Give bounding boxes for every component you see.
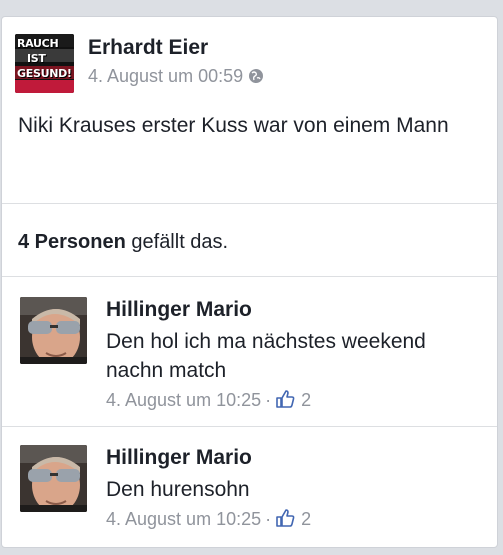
thumbs-up-icon[interactable]	[275, 389, 295, 415]
divider	[2, 426, 497, 427]
meta-separator: ·	[265, 390, 272, 410]
comment-item: Hillinger Mario Den hurensohn 4. August …	[2, 445, 497, 545]
globe-icon	[248, 68, 264, 89]
commenter-avatar[interactable]	[20, 445, 87, 512]
comment-body: Hillinger Mario Den hol ich ma nächstes …	[106, 297, 486, 415]
page-logo-text: RAUCH IST GESUND!	[17, 37, 72, 80]
post-meta: 4. August um 00:59	[88, 66, 264, 89]
post-timestamp[interactable]: 4. August um 00:59	[88, 66, 243, 86]
comment-author[interactable]: Hillinger Mario	[106, 445, 486, 471]
thumbs-up-icon[interactable]	[275, 508, 295, 534]
comment-body: Hillinger Mario Den hurensohn 4. August …	[106, 445, 486, 534]
comment-text: Den hurensohn	[106, 478, 250, 501]
page-avatar[interactable]: RAUCH IST GESUND!	[15, 34, 74, 93]
comment-timestamp[interactable]: 4. August um 10:25	[106, 509, 261, 529]
post-card: RAUCH IST GESUND! Erhardt Eier 4. August…	[1, 16, 498, 548]
commenter-avatar[interactable]	[20, 297, 87, 364]
comment-like-count[interactable]: 2	[301, 390, 311, 410]
post-text: Niki Krauses erster Kuss war von einem M…	[18, 114, 449, 137]
likes-count[interactable]: 4 Personen	[18, 231, 126, 253]
likes-summary[interactable]: 4 Personen gefällt das.	[18, 231, 228, 254]
divider	[2, 276, 497, 277]
comment-meta: 4. August um 10:25 · 2	[106, 388, 486, 415]
comment-text: Den hol ich ma nächstes weekend nachn ma…	[106, 330, 426, 382]
comment-meta: 4. August um 10:25 · 2	[106, 507, 486, 534]
likes-suffix: gefällt das.	[125, 231, 229, 253]
comment-author[interactable]: Hillinger Mario	[106, 297, 486, 323]
post-header: RAUCH IST GESUND! Erhardt Eier 4. August…	[15, 34, 485, 96]
comment-item: Hillinger Mario Den hol ich ma nächstes …	[2, 297, 497, 422]
comment-like-count[interactable]: 2	[301, 509, 311, 529]
meta-separator: ·	[265, 509, 272, 529]
post-author-name[interactable]: Erhardt Eier	[88, 36, 208, 60]
comment-timestamp[interactable]: 4. August um 10:25	[106, 390, 261, 410]
divider	[2, 203, 497, 204]
